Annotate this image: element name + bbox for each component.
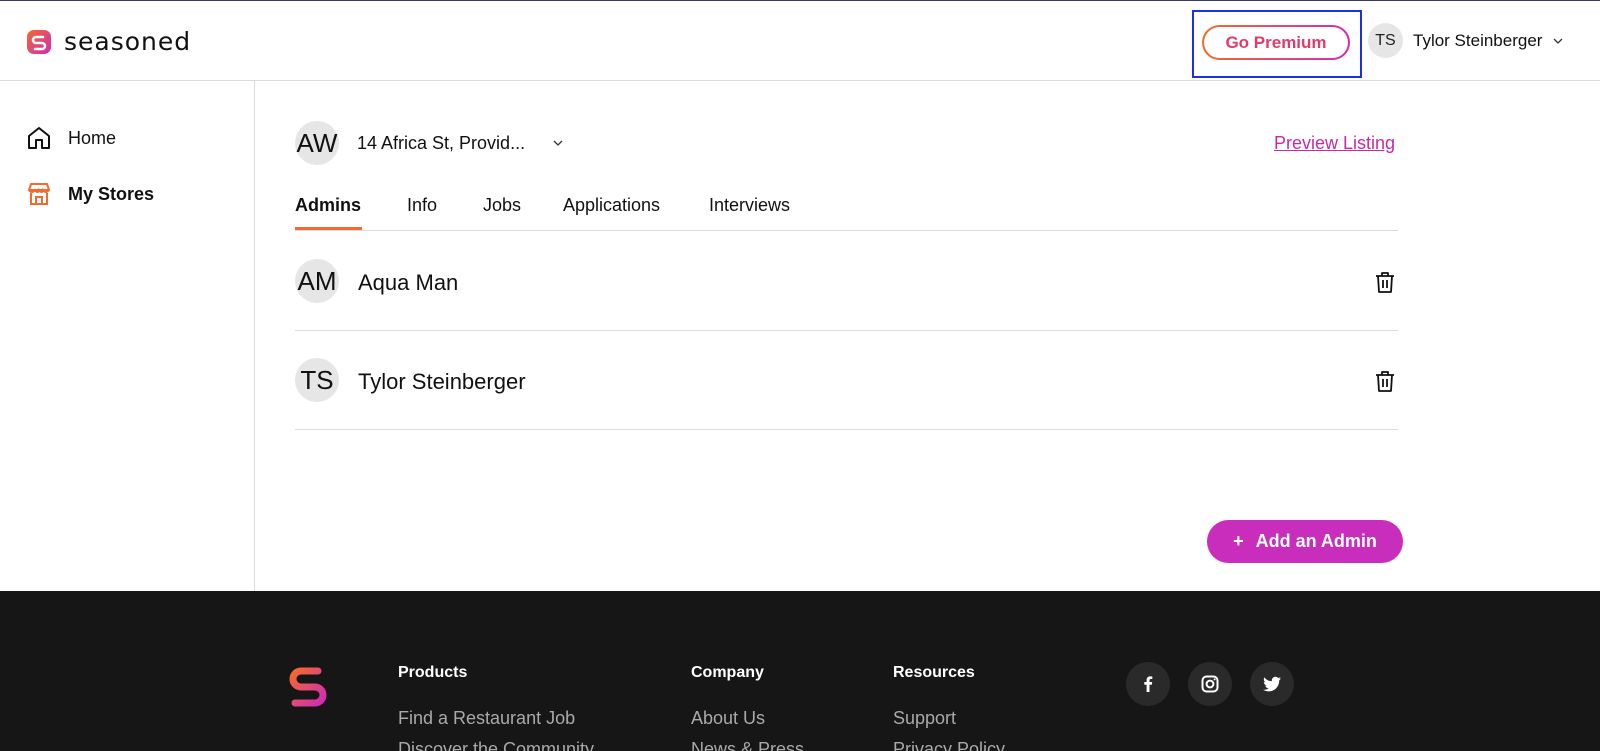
sidebar-item-my-stores[interactable]: My Stores — [26, 181, 154, 207]
tab-applications[interactable]: Applications — [563, 195, 660, 216]
user-menu[interactable]: TS Tylor Steinberger — [1368, 23, 1564, 58]
active-tab-indicator — [295, 227, 362, 230]
trash-icon[interactable] — [1373, 369, 1397, 393]
admin-row: TS Tylor Steinberger — [295, 331, 1398, 430]
tab-info[interactable]: Info — [407, 195, 437, 216]
home-icon — [28, 127, 50, 149]
sidebar-item-home[interactable]: Home — [26, 125, 116, 151]
go-premium-label: Go Premium — [1204, 27, 1348, 58]
user-avatar: TS — [1368, 23, 1403, 58]
instagram-button[interactable] — [1188, 662, 1232, 706]
site-footer: Products Find a Restaurant Job Discover … — [0, 591, 1600, 751]
brand-name: seasoned — [64, 27, 192, 56]
add-admin-button[interactable]: + Add an Admin — [1207, 520, 1403, 563]
store-avatar: AW — [295, 121, 339, 165]
top-header: seasoned Go Premium TS Tylor Steinberger — [0, 0, 1600, 81]
store-icon — [28, 183, 50, 205]
admin-name: Aqua Man — [358, 270, 459, 295]
tab-admins[interactable]: Admins — [295, 195, 361, 216]
footer-link[interactable]: About Us — [691, 708, 804, 729]
footer-column-resources: Resources Support Privacy Policy — [893, 664, 1005, 751]
instagram-icon — [1201, 675, 1219, 693]
sidebar-item-label: My Stores — [68, 183, 155, 204]
chevron-down-icon — [1553, 38, 1563, 44]
footer-heading: Products — [398, 664, 468, 681]
admin-avatar: TS — [295, 358, 339, 402]
footer-link[interactable]: Discover the Community — [398, 739, 594, 751]
trash-icon[interactable] — [1373, 270, 1397, 294]
facebook-icon — [1144, 676, 1153, 692]
brand-logo[interactable]: seasoned — [26, 27, 191, 56]
footer-link[interactable]: Find a Restaurant Job — [398, 708, 594, 729]
go-premium-button[interactable]: Go Premium — [1202, 25, 1350, 60]
chevron-down-icon — [553, 140, 563, 146]
store-name: 14 Africa St, Provid... — [357, 132, 526, 153]
twitter-button[interactable] — [1250, 662, 1294, 706]
sidebar-item-label: Home — [68, 127, 117, 148]
footer-heading: Company — [691, 664, 764, 681]
footer-column-products: Products Find a Restaurant Job Discover … — [398, 664, 594, 751]
seasoned-logo-icon[interactable] — [285, 661, 331, 707]
facebook-button[interactable] — [1126, 662, 1170, 706]
footer-link[interactable]: Privacy Policy — [893, 739, 1005, 751]
store-tabs: Admins Info Jobs Applications Interviews — [295, 193, 1398, 231]
plus-icon: + — [1233, 531, 1244, 551]
sidebar: Home My Stores — [0, 81, 255, 591]
footer-column-company: Company About Us News & Press — [691, 664, 804, 751]
admin-name: Tylor Steinberger — [358, 369, 526, 394]
tab-interviews[interactable]: Interviews — [709, 195, 790, 216]
admin-avatar: AM — [295, 259, 339, 303]
twitter-icon — [1263, 676, 1281, 692]
add-admin-label: Add an Admin — [1255, 531, 1377, 551]
footer-link[interactable]: News & Press — [691, 739, 804, 751]
store-selector[interactable]: AW 14 Africa St, Provid... — [295, 121, 565, 165]
preview-listing-link[interactable]: Preview Listing — [1274, 133, 1395, 154]
tab-jobs[interactable]: Jobs — [483, 195, 521, 216]
footer-heading: Resources — [893, 664, 975, 681]
admin-row: AM Aqua Man — [295, 232, 1398, 331]
footer-link[interactable]: Support — [893, 708, 1005, 729]
seasoned-logo-icon — [27, 29, 51, 54]
user-name: Tylor Steinberger — [1413, 30, 1543, 50]
